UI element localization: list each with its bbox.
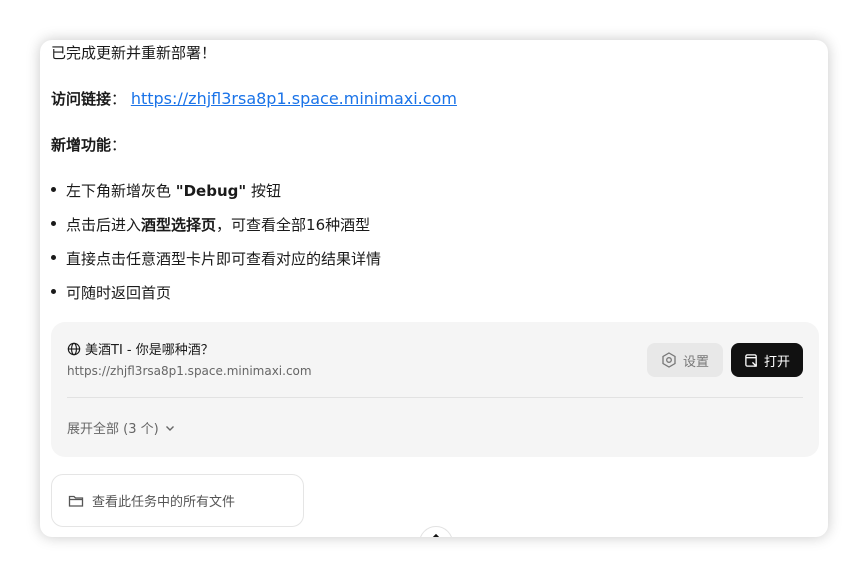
- folder-icon: [68, 495, 84, 507]
- globe-icon: [67, 342, 81, 355]
- list-item: 可随时返回首页: [51, 282, 171, 304]
- features-label: 新增功能: [51, 136, 112, 154]
- bullet-dot: [51, 187, 56, 192]
- access-line: 访问链接： https://zhjfl3rsa8p1.space.minimax…: [51, 88, 457, 110]
- arrow-up-icon: [432, 533, 440, 537]
- card-url: https://zhjfl3rsa8p1.space.minimaxi.com: [67, 364, 312, 378]
- chat-window: 已完成更新并重新部署！ 访问链接： https://zhjfl3rsa8p1.s…: [40, 40, 828, 537]
- bullet-text: 左下角新增灰色: [66, 182, 176, 200]
- card-title-text: 美酒TI - 你是哪种酒？: [85, 343, 214, 358]
- expand-all-toggle[interactable]: 展开全部 (3 个): [67, 418, 176, 437]
- bullet-text: 直接点击任意酒型卡片即可查看对应的结果详情: [66, 250, 382, 268]
- open-button[interactable]: 打开: [731, 343, 803, 377]
- features-colon: ：: [111, 136, 127, 154]
- files-label: 查看此任务中的所有文件: [92, 495, 236, 510]
- bullet-text: ，可查看全部16种酒型: [216, 216, 371, 234]
- access-colon: ：: [111, 90, 127, 108]
- open-external-icon: [745, 353, 757, 367]
- card-title: 美酒TI - 你是哪种酒？: [67, 339, 214, 358]
- bullet-bold: "Debug": [175, 182, 247, 200]
- gear-icon: [662, 352, 676, 368]
- bullet-text: 可随时返回首页: [66, 284, 172, 302]
- access-label: 访问链接: [51, 90, 112, 108]
- deployment-card: 美酒TI - 你是哪种酒？ https://zhjfl3rsa8p1.space…: [51, 322, 819, 457]
- settings-label: 设置: [682, 354, 709, 370]
- list-item: 左下角新增灰色 "Debug" 按钮: [51, 180, 281, 202]
- intro-text: 已完成更新并重新部署！: [51, 44, 217, 62]
- open-label: 打开: [763, 354, 790, 370]
- expand-label: 展开全部 (3 个): [67, 422, 159, 437]
- bullet-text: 点击后进入: [66, 216, 142, 234]
- list-item: 点击后进入酒型选择页，可查看全部16种酒型: [51, 214, 370, 236]
- bullet-bold: 酒型选择页: [141, 216, 217, 234]
- bullet-dot: [51, 221, 56, 226]
- scroll-to-bottom-button[interactable]: [419, 526, 453, 537]
- bullet-text: 按钮: [246, 182, 281, 200]
- features-heading: 新增功能：: [51, 134, 126, 156]
- access-link[interactable]: https://zhjfl3rsa8p1.space.minimaxi.com: [131, 89, 457, 108]
- list-item: 直接点击任意酒型卡片即可查看对应的结果详情: [51, 248, 381, 270]
- bullet-dot: [51, 289, 56, 294]
- view-all-files-button[interactable]: 查看此任务中的所有文件: [51, 474, 304, 527]
- settings-button[interactable]: 设置: [647, 343, 723, 377]
- chevron-down-icon: [165, 425, 174, 431]
- card-divider: [67, 397, 803, 398]
- bullet-dot: [51, 255, 56, 260]
